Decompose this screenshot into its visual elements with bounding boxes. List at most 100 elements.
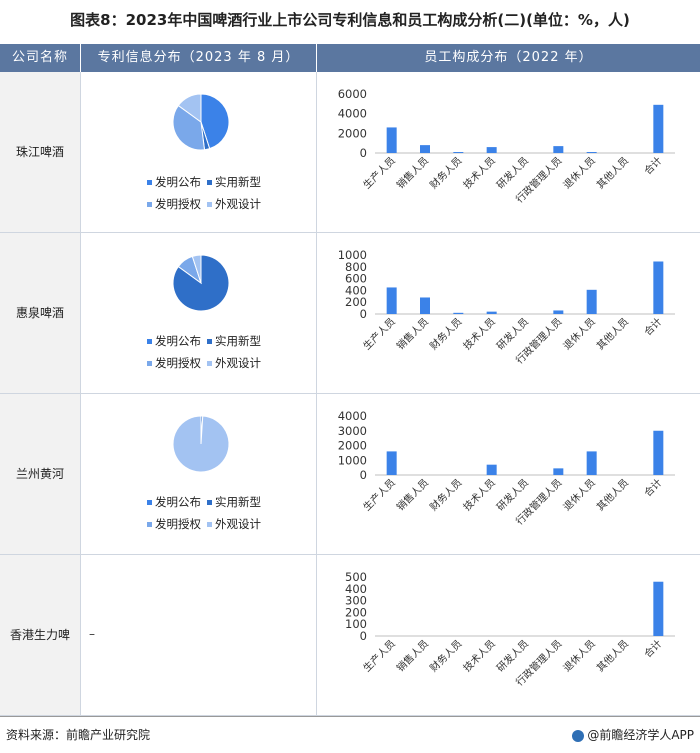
no-data-dash: – [89,627,95,641]
pie-slice [172,415,230,473]
legend-marker-icon [147,500,152,505]
x-tick-label: 合计 [641,637,664,660]
x-tick-label: 销售人员 [394,154,431,191]
employee-cell: 0 2000 4000 6000 生产人员 销售人员 财务人员 技术人员 研发人员 行政管理人员退… [317,72,700,232]
employee-bar-chart: 01000200030004000生产人员销售人员财务人员技术人员研发人员行政管… [338,409,675,528]
legend-item: 发明公布 [147,494,201,510]
x-tick-label: 其他人员 [594,637,631,674]
y-tick-label: 0 [360,146,367,160]
x-tick-label: 退休人员 [561,155,598,192]
y-tick-label: 2000 [338,439,367,453]
company-name: 惠泉啤酒 [0,233,80,393]
bar [386,287,397,314]
bar [453,312,464,314]
x-tick-label: 退休人员 [561,638,598,675]
bar [553,146,564,153]
legend-item: 发明公布 [147,174,201,190]
column-divider [80,72,81,715]
legend-marker-icon [147,202,152,207]
legend-item: 实用新型 [207,174,261,190]
legend-label: 发明公布 [155,495,201,509]
bar [653,430,664,475]
company-name: 兰州黄河 [0,394,80,554]
patent-cell: 发明公布 实用新型 发明授权 外观设计 [81,233,316,393]
bar [586,289,597,314]
legend-marker-icon [207,522,212,527]
chart-title: 图表8：2023年中国啤酒行业上市公司专利信息和员工构成分析(二)(单位：%，人… [70,11,630,29]
x-tick-label: 财务人员 [427,476,464,513]
bar [386,451,397,475]
patent-cell: 发明公布 实用新型 发明授权 外观设计 [81,72,316,232]
x-tick-label: 合计 [641,476,664,499]
legend-label: 发明授权 [155,197,201,211]
legend-label: 发明授权 [155,356,201,370]
x-tick-label: 销售人员 [394,476,431,513]
bar [386,127,397,153]
patent-cell: 发明公布 实用新型 发明授权 外观设计 [81,394,316,554]
y-tick-label: 1000 [338,453,367,467]
legend-item: 发明授权 [147,196,201,212]
x-tick-label: 财务人员 [427,154,464,191]
footer: 资料来源：前瞻产业研究院 @前瞻经济学人APP [0,716,700,753]
bar [586,152,597,153]
bar [486,147,497,153]
y-tick-label: 6000 [338,87,367,101]
x-tick-label: 财务人员 [427,637,464,674]
legend-label: 实用新型 [215,495,261,509]
header-company: 公司名称 [0,44,80,72]
patent-cell: – [81,555,316,715]
x-tick-label: 合计 [641,154,664,177]
x-tick-label: 其他人员 [594,154,631,191]
legend-item: 发明授权 [147,355,201,371]
bar [653,581,664,636]
legend-marker-icon [207,339,212,344]
y-tick-label: 1000 [338,248,367,262]
legend-item: 实用新型 [207,333,261,349]
legend-marker-icon [207,202,212,207]
employee-cell: 0 200 400 600 800 1000 生产人员 销售人员 财务人员 技术人员 研发人员 行政管… [317,233,700,393]
bar [420,297,430,314]
legend-label: 外观设计 [215,197,261,211]
row-divider [0,554,700,555]
header-patent: 专利信息分布（2023 年 8 月） [81,44,316,72]
x-tick-label: 其他人员 [594,476,631,513]
employee-cell: 0 1000 2000 3000 4000 生产人员 销售人员 财务人员 技术人员 研发人员 行政管… [317,394,700,554]
bar [553,468,564,475]
employee-bar-chart: 0200040006000生产人员销售人员财务人员技术人员研发人员行政管理人员退… [338,87,675,206]
x-tick-label: 退休人员 [561,477,598,514]
y-tick-label: 0 [360,468,367,482]
header-employee: 员工构成分布（2022 年） [317,44,700,72]
brand-text: @前瞻经济学人APP [587,728,694,742]
y-tick-label: 2000 [338,126,367,140]
employee-cell: 0 100 200 300 400 500 生产人员 销售人员 财务人员 技术人员 研发人员 行政管理… [317,555,700,715]
y-tick-label: 500 [345,570,367,584]
bar [486,311,497,314]
legend-marker-icon [147,339,152,344]
company-name: 香港生力啤 [0,555,80,715]
bar [653,104,664,153]
y-tick-label: 4000 [338,107,367,121]
x-tick-label: 退休人员 [561,316,598,353]
legend-marker-icon [207,361,212,366]
bar [553,310,564,314]
x-tick-label: 财务人员 [427,315,464,352]
x-tick-label: 技术人员 [460,154,497,191]
legend-item: 发明公布 [147,333,201,349]
bar [453,152,464,153]
y-tick-label: 4000 [338,409,367,423]
legend-item: 发明授权 [147,516,201,532]
x-tick-label: 技术人员 [460,315,497,352]
legend-label: 外观设计 [215,356,261,370]
legend-item: 外观设计 [207,355,261,371]
legend-label: 实用新型 [215,175,261,189]
legend-marker-icon [147,522,152,527]
x-tick-label: 技术人员 [460,637,497,674]
source-note: 资料来源：前瞻产业研究院 [6,728,151,742]
bar [486,464,497,475]
brand-credit: @前瞻经济学人APP [572,726,694,743]
bar [653,261,664,314]
y-tick-label: 3000 [338,424,367,438]
legend-marker-icon [147,361,152,366]
x-tick-label: 销售人员 [394,637,431,674]
bar [586,451,597,475]
